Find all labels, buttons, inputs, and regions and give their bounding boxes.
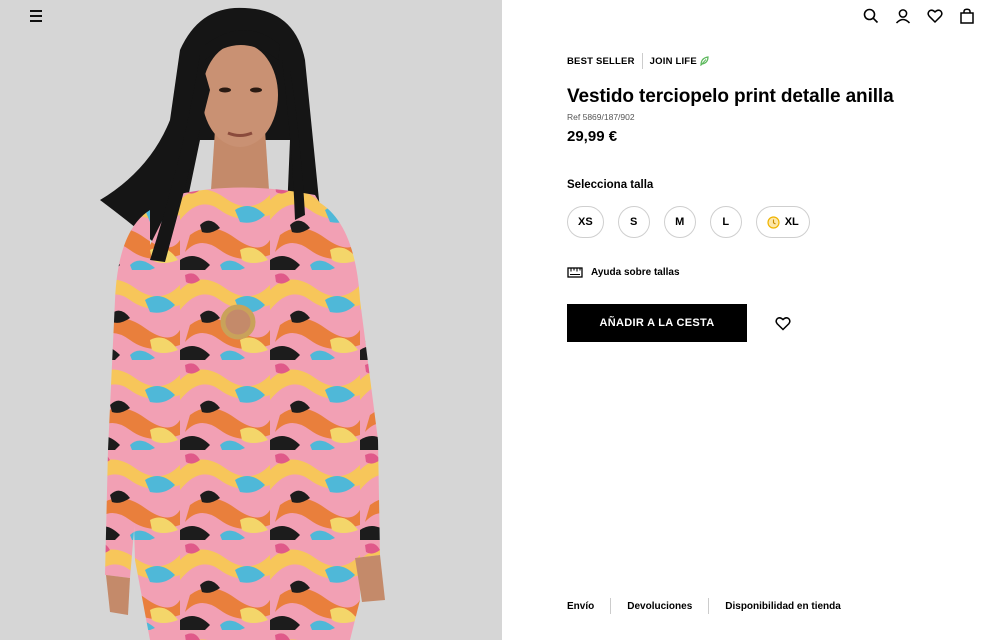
size-option-xs[interactable]: XS xyxy=(567,206,604,238)
product-image[interactable] xyxy=(0,0,502,640)
size-help-label: Ayuda sobre tallas xyxy=(591,266,680,278)
heart-icon xyxy=(775,316,791,331)
returns-link[interactable]: Devoluciones xyxy=(627,601,692,612)
purchase-actions: AÑADIR A LA CESTA xyxy=(567,304,967,342)
product-price: 29,99 € xyxy=(567,128,618,145)
account-button[interactable] xyxy=(892,5,914,27)
link-divider xyxy=(610,598,612,614)
size-help-link[interactable]: Ayuda sobre tallas xyxy=(567,266,680,278)
search-button[interactable] xyxy=(860,5,882,27)
store-availability-link[interactable]: Disponibilidad en tienda xyxy=(725,601,841,612)
menu-button[interactable] xyxy=(30,8,48,24)
add-to-cart-button[interactable]: AÑADIR A LA CESTA xyxy=(567,304,747,342)
size-selector-label: Selecciona talla xyxy=(567,179,654,191)
size-option-m[interactable]: M xyxy=(663,206,696,238)
user-icon xyxy=(895,9,911,24)
product-tags: BEST SELLER JOIN LIFE xyxy=(567,53,967,69)
product-ref: Ref 5869/187/902 xyxy=(567,112,635,122)
product-title: Vestido terciopelo print detalle anilla xyxy=(567,86,894,107)
add-to-wishlist-button[interactable] xyxy=(773,313,793,333)
size-options: XS S M L XL xyxy=(567,206,967,238)
size-option-s[interactable]: S xyxy=(617,206,650,238)
tag-divider xyxy=(641,53,643,69)
join-life-tag: JOIN LIFE xyxy=(649,55,697,67)
search-icon xyxy=(863,8,879,24)
leaf-icon xyxy=(700,56,709,66)
shipping-link[interactable]: Envío xyxy=(567,601,594,612)
product-info: BEST SELLER JOIN LIFE Vestido terciopelo… xyxy=(567,53,967,342)
heart-icon xyxy=(927,9,943,24)
menu-icon xyxy=(30,10,42,12)
bag-icon xyxy=(960,8,974,24)
info-links: Envío Devoluciones Disponibilidad en tie… xyxy=(567,598,841,614)
size-option-xl[interactable]: XL xyxy=(755,206,810,238)
ruler-icon xyxy=(567,267,583,278)
header-actions xyxy=(860,5,978,27)
clock-icon xyxy=(767,215,780,229)
link-divider xyxy=(708,598,710,614)
size-option-l[interactable]: L xyxy=(709,206,742,238)
cart-button[interactable] xyxy=(956,5,978,27)
best-seller-tag: BEST SELLER xyxy=(567,55,635,67)
wishlist-button[interactable] xyxy=(924,5,946,27)
model-photo xyxy=(0,0,502,640)
